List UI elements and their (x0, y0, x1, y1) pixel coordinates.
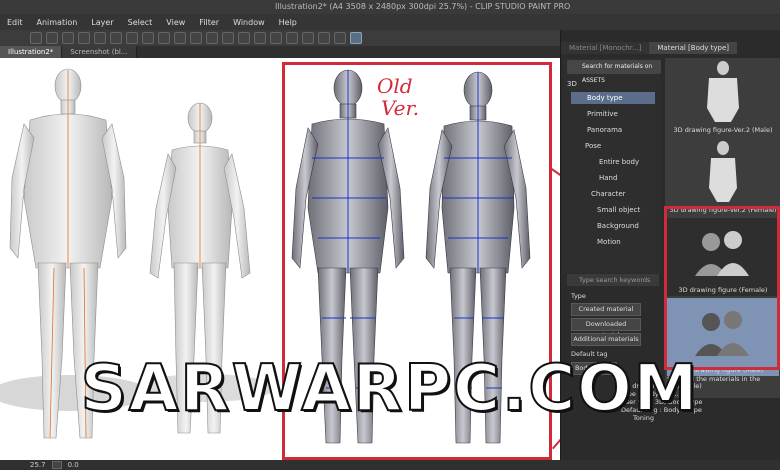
menu-help[interactable]: Help (272, 18, 304, 27)
tree-item-background[interactable]: Background (597, 220, 639, 232)
material-thumb-male-v2[interactable]: 3D drawing figure-Ver.2 (Male) (667, 58, 779, 136)
tool-button[interactable] (110, 32, 122, 44)
document-tabs: Illustration2* Screenshot (bl... (0, 46, 560, 58)
rotation-value[interactable]: 0.0 (68, 461, 79, 469)
created-material-button[interactable]: Created material (571, 303, 641, 316)
tree-item-entire-body[interactable]: Entire body (599, 156, 639, 168)
tool-button[interactable] (238, 32, 250, 44)
tree-item-primitive[interactable]: Primitive (587, 108, 618, 120)
tool-button[interactable] (254, 32, 266, 44)
downloaded-material-button[interactable]: Downloaded material (571, 318, 641, 339)
tag-search-input[interactable]: Type search keywords (567, 274, 659, 286)
menu-view[interactable]: View (159, 18, 192, 27)
zoom-value[interactable]: 25.7 (30, 461, 46, 469)
tool-button[interactable] (174, 32, 186, 44)
tool-button[interactable] (126, 32, 138, 44)
menu-animation[interactable]: Animation (30, 18, 85, 27)
tool-button[interactable] (286, 32, 298, 44)
tool-button-active[interactable] (350, 32, 362, 44)
menu-layer[interactable]: Layer (84, 18, 120, 27)
tool-button[interactable] (46, 32, 58, 44)
watermark-text: SARWARPC.COM (80, 351, 700, 427)
tool-button[interactable] (302, 32, 314, 44)
tool-button[interactable] (158, 32, 170, 44)
type-label: Type (571, 292, 586, 300)
material-thumb-female-v2[interactable]: 3D drawing figure-Ver.2 (Female) (667, 138, 779, 216)
tree-item-small-object[interactable]: Small object (597, 204, 640, 216)
material-tree: Search for materials on ASSETS 3D Body t… (563, 58, 661, 273)
figure-thumbnail-icon (709, 141, 737, 202)
tree-item-hand[interactable]: Hand (599, 172, 617, 184)
menu-select[interactable]: Select (121, 18, 160, 27)
note-line-2: Ver. (381, 96, 420, 120)
command-bar (0, 30, 560, 46)
tool-button[interactable] (62, 32, 74, 44)
highlight-box-thumbnails (664, 206, 780, 370)
tool-button[interactable] (270, 32, 282, 44)
app-window: Illustration2* (A4 3508 x 2480px 300dpi … (0, 0, 780, 470)
note-line-1: Old (377, 74, 413, 98)
menu-bar: Edit Animation Layer Select View Filter … (0, 14, 780, 30)
tab-material-monochrome[interactable]: Material [Monochr...] (561, 42, 650, 54)
tab-illustration2[interactable]: Illustration2* (0, 46, 63, 58)
tree-item-3d[interactable]: 3D (567, 78, 577, 90)
tool-button[interactable] (78, 32, 90, 44)
status-bar: 25.7 0.0 (0, 460, 780, 470)
panel-tabs: Material [Monochr...] Material [Body typ… (561, 42, 780, 54)
search-assets-button[interactable]: Search for materials on ASSETS (567, 60, 661, 84)
tab-material-body-type[interactable]: Material [Body type] (649, 42, 738, 54)
menu-edit[interactable]: Edit (0, 18, 30, 27)
tree-item-pose[interactable]: Pose (585, 140, 601, 152)
tree-item-motion[interactable]: Motion (597, 236, 621, 248)
old-version-note: Old Ver. (377, 75, 419, 119)
window-title: Illustration2* (A4 3508 x 2480px 300dpi … (275, 2, 571, 11)
tree-item-character[interactable]: Character (591, 188, 626, 200)
tool-button[interactable] (94, 32, 106, 44)
title-bar: Illustration2* (A4 3508 x 2480px 300dpi … (0, 0, 780, 14)
zoom-slider[interactable] (51, 461, 62, 469)
menu-filter[interactable]: Filter (192, 18, 226, 27)
tool-button[interactable] (222, 32, 234, 44)
tree-item-body-type[interactable]: Body type (571, 92, 655, 104)
menu-window[interactable]: Window (226, 18, 272, 27)
tool-button[interactable] (30, 32, 42, 44)
tool-button[interactable] (142, 32, 154, 44)
tool-button[interactable] (206, 32, 218, 44)
tool-button[interactable] (334, 32, 346, 44)
tree-item-panorama[interactable]: Panorama (587, 124, 622, 136)
tab-screenshot[interactable]: Screenshot (bl... (62, 46, 137, 58)
figure-thumbnail-icon (707, 61, 739, 122)
tool-button[interactable] (190, 32, 202, 44)
tool-button[interactable] (318, 32, 330, 44)
additional-materials-button[interactable]: Additional materials (571, 333, 641, 346)
thumb-caption: 3D drawing figure-Ver.2 (Male) (673, 126, 773, 134)
